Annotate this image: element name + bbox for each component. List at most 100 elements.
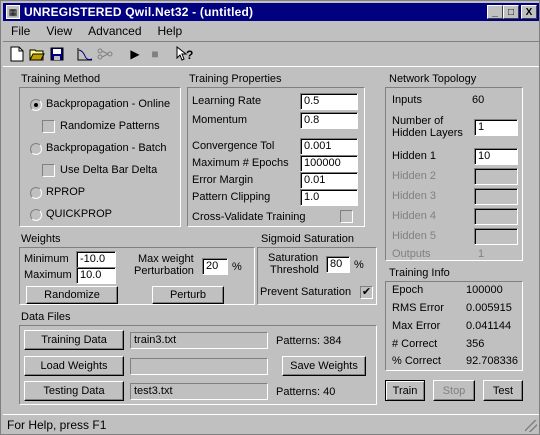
maximum-field[interactable]: 10.0 — [76, 267, 116, 284]
error-margin-field[interactable]: 0.01 — [300, 172, 358, 189]
load-weights-button[interactable]: Load Weights — [24, 356, 124, 376]
threshold-unit: % — [354, 259, 364, 271]
main-window: ▦ UNREGISTERED Qwil.Net32 - (untitled) _… — [0, 0, 540, 435]
threshold-label-1: Saturation — [268, 252, 319, 264]
data-files-panel: Training Data train3.txt Patterns: 384 L… — [19, 325, 377, 405]
test-button[interactable]: Test — [483, 380, 523, 401]
menu-view[interactable]: View — [38, 24, 80, 38]
epoch-label: Epoch — [392, 284, 424, 296]
threshold-field[interactable]: 80 — [326, 256, 350, 273]
close-button[interactable]: X — [521, 5, 537, 19]
menu-advanced[interactable]: Advanced — [80, 24, 149, 38]
weights-title: Weights — [21, 233, 61, 245]
new-icon[interactable] — [7, 45, 27, 63]
save-icon[interactable] — [47, 45, 67, 63]
app-icon[interactable]: ▦ — [6, 5, 20, 19]
title-bar[interactable]: ▦ UNREGISTERED Qwil.Net32 - (untitled) _… — [3, 3, 539, 21]
menu-bar: File View Advanced Help — [3, 22, 539, 40]
label-delta-bar-delta[interactable]: Use Delta Bar Delta — [60, 164, 157, 176]
toolbar: ▶ ■ ? — [3, 41, 539, 67]
training-patterns: Patterns: 384 — [276, 335, 342, 347]
learning-rate-field[interactable]: 0.5 — [300, 93, 358, 110]
label-rprop[interactable]: RPROP — [46, 186, 85, 198]
hidden-layers-field[interactable]: 1 — [474, 119, 518, 136]
perturb-button[interactable]: Perturb — [152, 286, 224, 304]
radio-bp-online[interactable] — [30, 99, 42, 111]
testing-data-button[interactable]: Testing Data — [24, 381, 124, 401]
train-button[interactable]: Train — [385, 380, 425, 401]
pct-correct-label: % Correct — [392, 355, 441, 367]
help-icon[interactable]: ? — [175, 45, 195, 63]
check-cross-validate[interactable] — [340, 210, 353, 223]
check-delta-bar-delta[interactable] — [42, 164, 55, 177]
label-quickprop[interactable]: QUICKPROP — [46, 208, 112, 220]
momentum-field[interactable]: 0.8 — [300, 112, 358, 129]
radio-rprop[interactable] — [30, 187, 42, 199]
max-perturb-label-2: Perturbation — [134, 265, 194, 277]
save-weights-button[interactable]: Save Weights — [282, 356, 366, 376]
run-icon[interactable]: ▶ — [125, 45, 145, 63]
minimum-field[interactable]: -10.0 — [76, 251, 116, 268]
minimize-button[interactable]: _ — [487, 5, 503, 19]
hidden-layers-label-2: Hidden Layers — [392, 127, 463, 139]
sigmoid-title: Sigmoid Saturation — [261, 233, 354, 245]
training-data-button[interactable]: Training Data — [24, 330, 124, 350]
status-text: For Help, press F1 — [7, 418, 107, 432]
network-topology-panel: Inputs 60 Number of Hidden Layers 1 Hidd… — [385, 87, 523, 261]
network-icon[interactable] — [95, 45, 115, 63]
momentum-label: Momentum — [192, 114, 248, 126]
hidden1-field[interactable]: 10 — [474, 148, 518, 165]
hidden4-field[interactable] — [474, 208, 518, 225]
hidden2-field[interactable] — [474, 168, 518, 185]
stop-button[interactable]: Stop — [433, 380, 475, 401]
pattern-clipping-label: Pattern Clipping — [192, 191, 271, 203]
check-prevent-saturation[interactable]: ✔ — [360, 286, 373, 299]
weights-panel: Minimum -10.0 Maximum 10.0 Randomize Max… — [19, 247, 255, 305]
max-perturb-unit: % — [232, 261, 242, 273]
stop-icon[interactable]: ■ — [145, 45, 165, 63]
menu-help[interactable]: Help — [150, 24, 191, 38]
training-file-field: train3.txt — [130, 332, 268, 349]
weights-file-field — [130, 358, 268, 375]
cross-validate-label[interactable]: Cross-Validate Training — [192, 211, 306, 223]
chart-icon[interactable] — [75, 45, 95, 63]
pct-correct-value: 92.708336 — [466, 355, 518, 367]
inputs-label: Inputs — [392, 94, 422, 106]
convergence-tol-label: Convergence Tol — [192, 140, 275, 152]
network-topology-title: Network Topology — [389, 73, 477, 85]
training-properties-title: Training Properties — [189, 73, 282, 85]
status-bar: For Help, press F1 — [3, 414, 539, 434]
label-bp-batch[interactable]: Backpropagation - Batch — [46, 142, 166, 154]
hidden5-field[interactable] — [474, 228, 518, 245]
pattern-clipping-field[interactable]: 1.0 — [300, 189, 358, 206]
label-randomize-patterns[interactable]: Randomize Patterns — [60, 120, 160, 132]
max-epochs-field[interactable]: 100000 — [300, 155, 358, 172]
training-properties-panel: Learning Rate 0.5 Momentum 0.8 Convergen… — [187, 87, 365, 227]
max-epochs-label: Maximum # Epochs — [192, 157, 289, 169]
maximize-button[interactable]: □ — [503, 5, 519, 19]
data-files-title: Data Files — [21, 311, 71, 323]
open-icon[interactable] — [27, 45, 47, 63]
training-method-title: Training Method — [21, 73, 101, 85]
radio-quickprop[interactable] — [30, 209, 42, 221]
convergence-tol-field[interactable]: 0.001 — [300, 138, 358, 155]
max-perturb-field[interactable]: 20 — [202, 258, 228, 275]
window-title: UNREGISTERED Qwil.Net32 - (untitled) — [24, 5, 254, 19]
resize-grip-icon[interactable] — [525, 420, 537, 432]
hidden4-label: Hidden 4 — [392, 210, 437, 222]
hidden5-label: Hidden 5 — [392, 230, 437, 242]
hidden1-label: Hidden 1 — [392, 150, 437, 162]
check-randomize-patterns[interactable] — [42, 120, 55, 133]
radio-bp-batch[interactable] — [30, 143, 42, 155]
hidden3-label: Hidden 3 — [392, 190, 437, 202]
hidden2-label: Hidden 2 — [392, 170, 437, 182]
svg-text:?: ? — [186, 48, 193, 62]
menu-file[interactable]: File — [3, 24, 38, 38]
randomize-button[interactable]: Randomize — [26, 286, 118, 304]
label-bp-online[interactable]: Backpropagation - Online — [46, 98, 170, 110]
correct-label: # Correct — [392, 338, 438, 350]
hidden3-field[interactable] — [474, 188, 518, 205]
max-error-value: 0.041144 — [466, 320, 512, 332]
prevent-saturation-label[interactable]: Prevent Saturation — [260, 286, 351, 298]
error-margin-label: Error Margin — [192, 174, 254, 186]
